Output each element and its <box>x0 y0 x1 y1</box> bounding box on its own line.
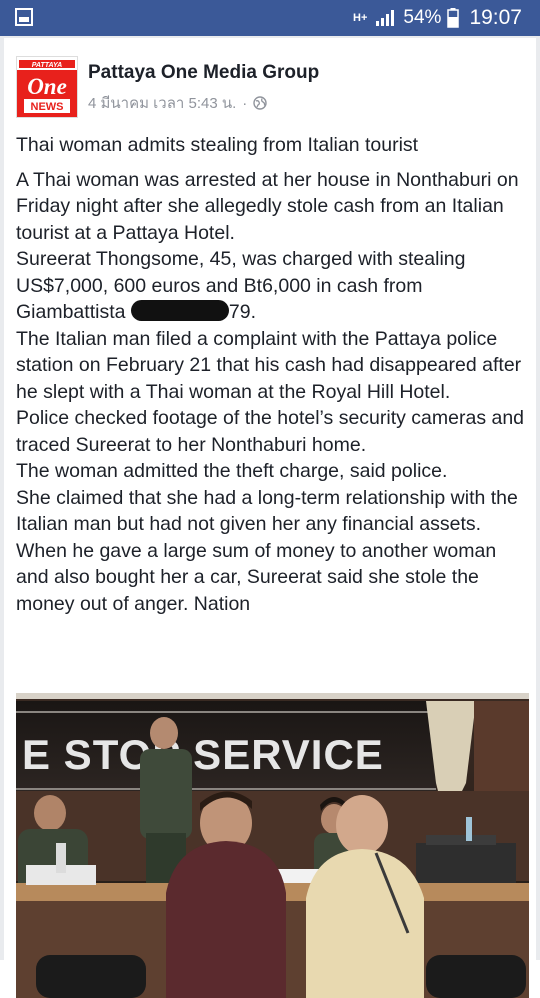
pattaya-one-news-logo: PATTAYA One NEWS <box>17 57 77 117</box>
post-paragraph: A Thai woman was arrested at her house i… <box>16 168 519 244</box>
gallery-notification-icon <box>15 8 33 26</box>
svg-text:One: One <box>27 74 67 99</box>
signal-icon <box>376 10 395 26</box>
post-paragraph-text: 79. <box>228 301 256 323</box>
status-clock: 19:07 <box>469 6 522 29</box>
page-name-link[interactable]: Pattaya One Media Group <box>88 62 319 84</box>
post-paragraph: Sureerat Thongsome, 45, was charged with… <box>16 246 531 326</box>
post-paragraph: The woman admitted the theft charge, sai… <box>16 460 448 482</box>
redaction-mark <box>130 300 229 321</box>
post-paragraph: When he gave a large sum of money to ano… <box>16 539 497 615</box>
photo-sign-text: E STOP SERVICE <box>22 731 384 778</box>
post-card: PATTAYA One NEWS Pattaya One Media Group… <box>4 38 536 998</box>
post-meta: 4 มีนาคม เวลา 5:43 น. · <box>88 91 267 115</box>
page-avatar[interactable]: PATTAYA One NEWS <box>16 56 78 118</box>
battery-percent: 54% <box>403 7 442 28</box>
network-type-label: H+ <box>353 11 368 24</box>
svg-text:NEWS: NEWS <box>31 101 64 113</box>
post-headline: Thai woman admits stealing from Italian … <box>16 134 419 156</box>
post-timestamp[interactable]: 4 มีนาคม เวลา 5:43 น. <box>88 91 236 115</box>
meta-separator: · <box>242 94 248 112</box>
post-paragraph: She claimed that she had a long-term rel… <box>16 486 518 536</box>
status-bar: H+ 54% 19:07 <box>0 0 540 36</box>
police-station-photo: E STOP SERVICE <box>16 693 529 998</box>
post-photo[interactable]: E STOP SERVICE <box>16 693 529 998</box>
svg-text:PATTAYA: PATTAYA <box>32 62 62 69</box>
globe-icon[interactable] <box>253 96 267 110</box>
post-paragraph: The Italian man filed a complaint with t… <box>16 327 522 403</box>
battery-icon <box>447 8 460 28</box>
post-text: Thai woman admits stealing from Italian … <box>16 132 531 617</box>
post-paragraph: Police checked footage of the hotel’s se… <box>16 407 525 456</box>
